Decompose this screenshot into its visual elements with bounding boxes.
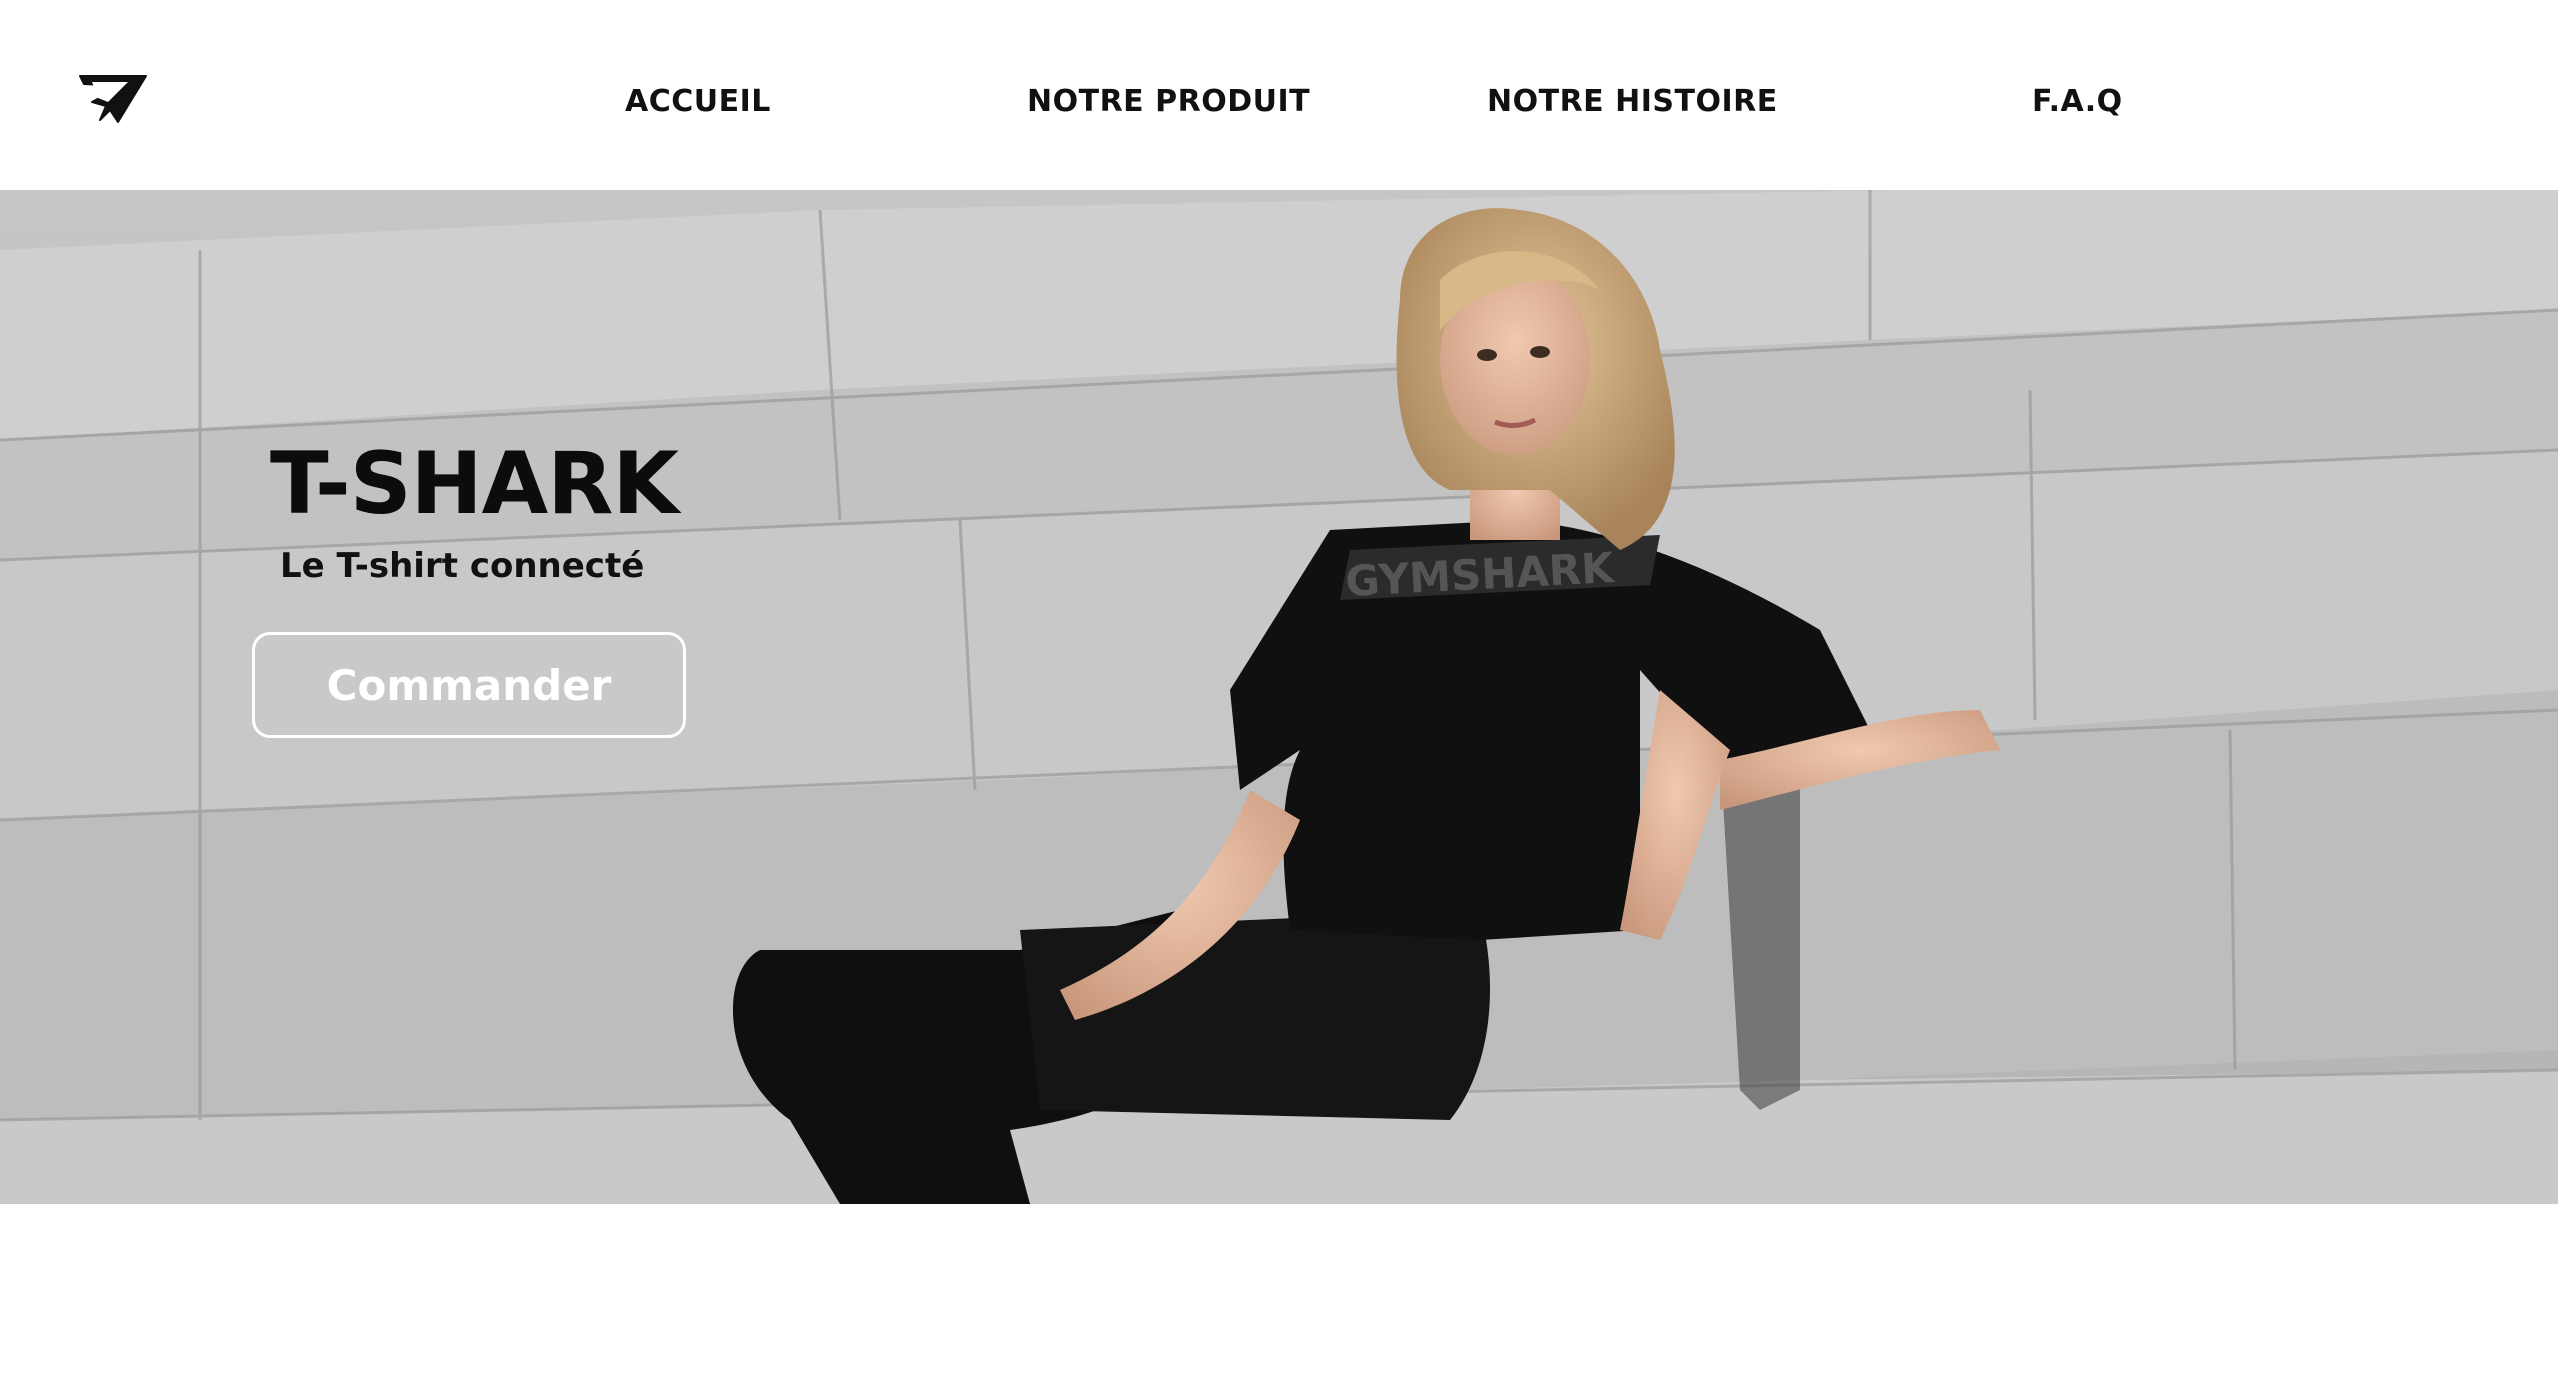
hero-title: T-SHARK: [270, 434, 679, 534]
hero-banner: GYMSHARK T-SHARK Le T-shirt connecté Com…: [0, 190, 2558, 1204]
site-header: ACCUEIL NOTRE PRODUIT NOTRE HISTOIRE F.A…: [0, 0, 2558, 190]
nav-item-notre-produit[interactable]: NOTRE PRODUIT: [1027, 80, 1310, 124]
nav-item-notre-histoire[interactable]: NOTRE HISTOIRE: [1487, 80, 1778, 124]
shark-logo-icon[interactable]: [78, 72, 148, 128]
nav-item-accueil[interactable]: ACCUEIL: [625, 80, 771, 124]
commander-button[interactable]: Commander: [252, 632, 686, 738]
hero-subtitle: Le T-shirt connecté: [280, 546, 645, 586]
landing-page: ACCUEIL NOTRE PRODUIT NOTRE HISTOIRE F.A…: [0, 0, 2558, 1374]
nav-item-faq[interactable]: F.A.Q: [2032, 80, 2123, 124]
